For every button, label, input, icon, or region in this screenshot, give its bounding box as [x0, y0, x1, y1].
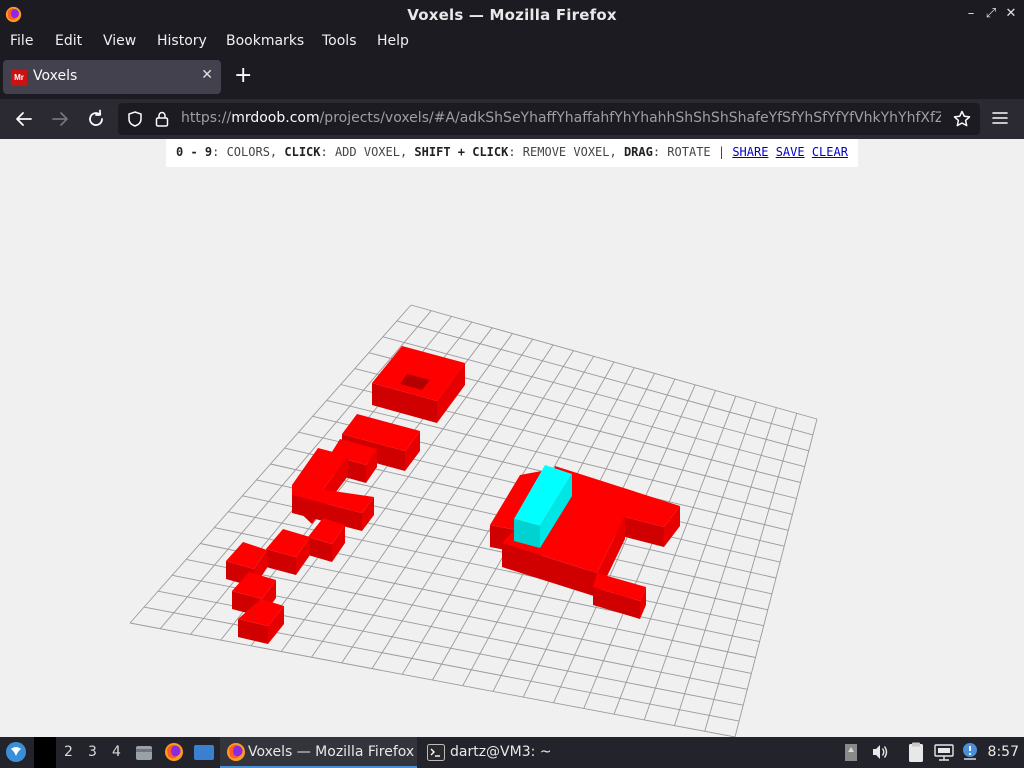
close-window-button[interactable]: ✕	[1002, 4, 1020, 24]
grid-line	[734, 418, 818, 737]
menu-history[interactable]: History	[157, 33, 207, 49]
workspace-2[interactable]: 2	[64, 744, 73, 760]
grid-line	[143, 606, 740, 722]
clipboard-tray-icon[interactable]	[844, 743, 858, 762]
show-desktop-icon[interactable]	[193, 744, 215, 761]
voxel-grid	[129, 304, 818, 737]
tab-strip: Mr Voxels ✕ +	[0, 55, 1024, 99]
network-icon[interactable]	[934, 744, 954, 761]
workspace-1[interactable]	[34, 737, 56, 768]
firefox-launcher-icon[interactable]	[164, 742, 184, 762]
terminal-icon	[427, 744, 445, 761]
grid-line	[674, 407, 777, 726]
tab-label: Voxels	[33, 68, 78, 84]
page-content: 0 - 9: COLORS, CLICK: ADD VOXEL, SHIFT +…	[0, 139, 1024, 737]
voxel-canvas[interactable]	[0, 139, 1024, 737]
mrdoob-favicon-icon: Mr	[11, 70, 27, 86]
task-terminal-window[interactable]: dartz@VM3: ~	[420, 737, 620, 768]
volume-icon[interactable]	[871, 743, 889, 761]
notes-tray-icon[interactable]	[906, 742, 928, 763]
menu-bookmarks[interactable]: Bookmarks	[226, 33, 304, 49]
navigation-bar: https://mrdoob.com/projects/voxels/#A/ad…	[0, 99, 1024, 139]
menu-bar: File Edit View History Bookmarks Tools H…	[0, 29, 1024, 55]
tracking-shield-icon[interactable]	[126, 110, 144, 128]
firefox-task-icon	[227, 743, 245, 761]
tab-close-icon[interactable]: ✕	[201, 67, 213, 83]
back-arrow-icon[interactable]	[12, 107, 36, 131]
grid-line	[129, 622, 736, 737]
hamburger-menu-icon[interactable]	[990, 108, 1010, 128]
tab-voxels[interactable]: Mr Voxels ✕	[3, 60, 221, 94]
menu-file[interactable]: File	[10, 33, 33, 49]
taskbar: 2 3 4 Voxels — Mozilla Firefox dartz@VM3…	[0, 737, 1024, 768]
workspace-4[interactable]: 4	[112, 744, 121, 760]
url-bar[interactable]: https://mrdoob.com/projects/voxels/#A/ad…	[118, 103, 980, 135]
clock[interactable]: 8:57	[988, 744, 1019, 760]
url-text[interactable]: https://mrdoob.com/projects/voxels/#A/ad…	[181, 110, 941, 126]
menu-help[interactable]: Help	[377, 33, 409, 49]
minimize-button[interactable]: –	[962, 4, 980, 24]
reload-icon[interactable]	[84, 107, 108, 131]
share-link[interactable]: SHARE	[732, 145, 768, 159]
menu-edit[interactable]: Edit	[55, 33, 82, 49]
clear-link[interactable]: CLEAR	[812, 145, 848, 159]
save-link[interactable]: SAVE	[776, 145, 805, 159]
lock-icon[interactable]	[154, 110, 170, 128]
window-title: Voxels — Mozilla Firefox	[407, 6, 617, 24]
task-firefox-window[interactable]: Voxels — Mozilla Firefox	[220, 737, 417, 768]
task-firefox-label: Voxels — Mozilla Firefox	[248, 744, 415, 760]
file-manager-icon[interactable]	[135, 743, 153, 762]
menu-tools[interactable]: Tools	[322, 33, 357, 49]
forward-arrow-icon[interactable]	[48, 107, 72, 131]
start-menu-icon[interactable]	[5, 741, 27, 763]
workspace-3[interactable]: 3	[88, 744, 97, 760]
window-titlebar: Voxels — Mozilla Firefox – ⤢ ✕	[0, 0, 1024, 29]
menu-view[interactable]: View	[103, 33, 136, 49]
task-terminal-label: dartz@VM3: ~	[450, 744, 552, 760]
new-tab-button[interactable]: +	[234, 65, 252, 87]
maximize-button[interactable]: ⤢	[982, 4, 1000, 24]
instructions-bar: 0 - 9: COLORS, CLICK: ADD VOXEL, SHIFT +…	[166, 139, 858, 167]
grid-line	[704, 413, 798, 732]
bookmark-star-icon[interactable]	[952, 109, 972, 129]
update-notification-icon[interactable]	[961, 742, 979, 762]
